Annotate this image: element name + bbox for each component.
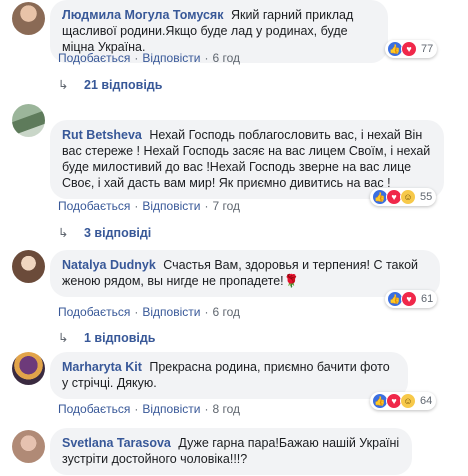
reply-arrow-icon: ↳: [58, 78, 69, 92]
reply-link[interactable]: Відповісти: [142, 305, 200, 319]
comment-author[interactable]: Marharyta Kit: [62, 360, 142, 374]
avatar[interactable]: [12, 430, 45, 463]
love-reaction-icon: ♥: [401, 41, 417, 57]
avatar[interactable]: [12, 2, 45, 35]
reaction-count: 61: [421, 293, 434, 305]
reactions-badge[interactable]: 👍 ♥ ☺ 64: [370, 392, 437, 410]
reply-link[interactable]: Відповісти: [142, 199, 200, 213]
love-reaction-icon: ♥: [401, 291, 417, 307]
comment-actions: Подобається · Відповісти · 6 год: [58, 305, 240, 319]
like-link[interactable]: Подобається: [58, 51, 130, 65]
timestamp[interactable]: 6 год: [212, 305, 240, 319]
reply-link[interactable]: Відповісти: [142, 402, 200, 416]
reactions-badge[interactable]: 👍 ♥ 77: [385, 40, 438, 58]
haha-reaction-icon: ☺: [400, 189, 416, 205]
comment-actions: Подобається · Відповісти · 8 год: [58, 402, 240, 416]
reactions-badge[interactable]: 👍 ♥ 61: [385, 290, 438, 308]
reply-link[interactable]: Відповісти: [142, 51, 200, 65]
like-link[interactable]: Подобається: [58, 305, 130, 319]
comment-author[interactable]: Svetlana Tarasova: [62, 436, 171, 450]
reaction-count: 64: [420, 395, 433, 407]
like-link[interactable]: Подобається: [58, 402, 130, 416]
reply-arrow-icon: ↳: [58, 331, 69, 345]
replies-count: 21 відповідь: [84, 78, 163, 92]
avatar[interactable]: [12, 104, 45, 137]
view-replies-link[interactable]: ↳ 3 відповіді: [58, 225, 151, 240]
comment-actions: Подобається · Відповісти · 7 год: [58, 199, 240, 213]
timestamp[interactable]: 7 год: [212, 199, 240, 213]
comment-author[interactable]: Rut Betsheva: [62, 128, 142, 142]
timestamp[interactable]: 6 год: [212, 51, 240, 65]
reaction-count: 77: [421, 43, 434, 55]
like-link[interactable]: Подобається: [58, 199, 130, 213]
reaction-count: 55: [420, 191, 433, 203]
comment-actions: Подобається · Відповісти · 6 год: [58, 51, 240, 65]
reactions-badge[interactable]: 👍 ♥ ☺ 55: [370, 188, 437, 206]
avatar[interactable]: [12, 352, 45, 385]
timestamp[interactable]: 8 год: [212, 402, 240, 416]
reply-arrow-icon: ↳: [58, 226, 69, 240]
haha-reaction-icon: ☺: [400, 393, 416, 409]
comment-author[interactable]: Natalya Dudnyk: [62, 258, 156, 272]
replies-count: 1 відповідь: [84, 331, 156, 345]
view-replies-link[interactable]: ↳ 1 відповідь: [58, 330, 155, 345]
comment-bubble: Natalya Dudnyk Счастья Вам, здоровья и т…: [50, 250, 440, 297]
avatar[interactable]: [12, 250, 45, 283]
view-replies-link[interactable]: ↳ 21 відповідь: [58, 77, 162, 92]
comment-bubble: Marharyta Kit Прекрасна родина, приємно …: [50, 352, 408, 399]
comment-bubble: Svetlana Tarasova Дуже гарна пара!Бажаю …: [50, 428, 412, 475]
replies-count: 3 відповіді: [84, 226, 152, 240]
comment-author[interactable]: Людмила Могула Томусяк: [62, 8, 223, 22]
